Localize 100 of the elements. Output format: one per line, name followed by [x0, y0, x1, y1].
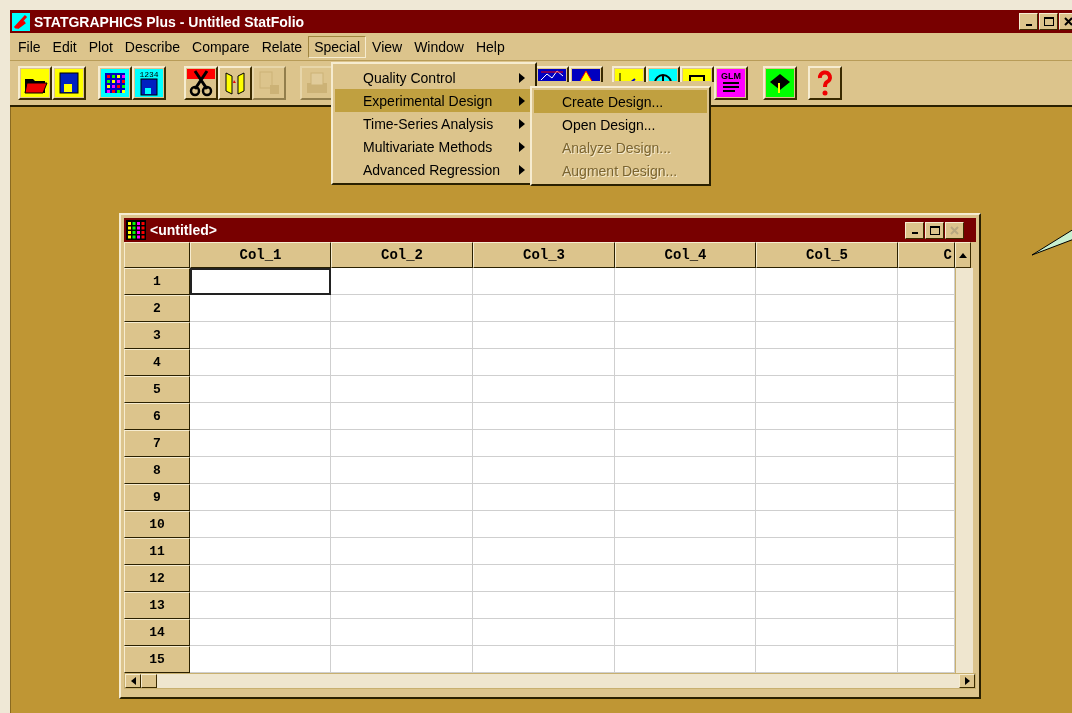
table-cell[interactable]	[898, 646, 955, 673]
menu-item[interactable]: Multivariate Methods	[335, 135, 533, 158]
table-cell[interactable]	[331, 322, 473, 349]
table-cell[interactable]	[331, 565, 473, 592]
row-header[interactable]: 3	[124, 322, 190, 349]
menu-item[interactable]: Edit	[46, 35, 83, 58]
table-cell[interactable]	[898, 268, 955, 295]
row-header[interactable]: 4	[124, 349, 190, 376]
table-cell[interactable]	[473, 538, 615, 565]
table-cell[interactable]	[473, 619, 615, 646]
maximize-button[interactable]	[1039, 13, 1058, 30]
column-header[interactable]: Col_4	[615, 242, 756, 268]
menu-item[interactable]: Describe	[118, 35, 187, 58]
table-cell[interactable]	[756, 592, 898, 619]
column-header[interactable]: Col_3	[473, 242, 615, 268]
table-cell[interactable]	[615, 295, 756, 322]
table-cell[interactable]	[190, 646, 331, 673]
table-cell[interactable]	[190, 403, 331, 430]
table-cell[interactable]	[190, 484, 331, 511]
table-cell[interactable]	[190, 430, 331, 457]
toolbar-button[interactable]	[763, 66, 797, 100]
table-cell[interactable]	[898, 484, 955, 511]
table-cell[interactable]	[331, 646, 473, 673]
toolbar-button[interactable]	[98, 66, 132, 100]
table-cell[interactable]	[898, 403, 955, 430]
row-header[interactable]: 6	[124, 403, 190, 430]
toolbar-button[interactable]	[184, 66, 218, 100]
table-cell[interactable]	[190, 457, 331, 484]
table-cell[interactable]	[331, 619, 473, 646]
table-cell[interactable]	[756, 565, 898, 592]
table-cell[interactable]	[190, 322, 331, 349]
table-cell[interactable]	[615, 484, 756, 511]
scroll-left-button[interactable]	[125, 674, 141, 688]
table-cell[interactable]	[756, 430, 898, 457]
table-cell[interactable]	[190, 376, 331, 403]
menu-item[interactable]: File	[12, 35, 47, 58]
row-header[interactable]: 7	[124, 430, 190, 457]
table-cell[interactable]	[898, 511, 955, 538]
table-cell[interactable]	[190, 592, 331, 619]
toolbar-button[interactable]	[646, 66, 680, 82]
table-cell[interactable]	[190, 538, 331, 565]
table-cell[interactable]	[473, 592, 615, 619]
table-cell[interactable]	[615, 538, 756, 565]
menu-item[interactable]: Open Design...	[534, 113, 707, 136]
table-cell[interactable]	[898, 322, 955, 349]
table-cell[interactable]	[473, 484, 615, 511]
toolbar-button[interactable]: 1234	[132, 66, 166, 100]
row-header[interactable]: 15	[124, 646, 190, 673]
menu-item[interactable]: Quality Control	[335, 66, 533, 89]
table-cell[interactable]	[331, 592, 473, 619]
table-cell[interactable]	[615, 349, 756, 376]
table-cell[interactable]	[756, 511, 898, 538]
row-header[interactable]: 9	[124, 484, 190, 511]
table-cell[interactable]	[615, 268, 756, 295]
scroll-thumb[interactable]	[141, 674, 157, 688]
toolbar-button[interactable]	[18, 66, 52, 100]
menu-item[interactable]: Time-Series Analysis	[335, 112, 533, 135]
row-header[interactable]: 8	[124, 457, 190, 484]
menu-item[interactable]: Relate	[255, 35, 309, 58]
maximize-button[interactable]	[925, 221, 944, 239]
table-cell[interactable]	[756, 619, 898, 646]
vertical-scrollbar[interactable]	[955, 646, 973, 673]
table-cell[interactable]	[756, 484, 898, 511]
table-cell[interactable]	[331, 403, 473, 430]
toolbar-button[interactable]: GLM	[714, 66, 748, 100]
table-cell[interactable]	[473, 349, 615, 376]
table-cell[interactable]	[331, 538, 473, 565]
row-header[interactable]: 10	[124, 511, 190, 538]
menu-item[interactable]: Experimental Design	[335, 89, 533, 112]
table-cell[interactable]	[190, 295, 331, 322]
toolbar-button[interactable]	[535, 66, 569, 82]
table-cell[interactable]	[756, 403, 898, 430]
table-cell[interactable]	[190, 565, 331, 592]
row-header[interactable]: 2	[124, 295, 190, 322]
toolbar-button[interactable]	[808, 66, 842, 100]
table-cell[interactable]	[473, 403, 615, 430]
column-header[interactable]: Col_5	[756, 242, 898, 268]
row-header[interactable]: 14	[124, 619, 190, 646]
table-cell[interactable]	[898, 619, 955, 646]
table-cell[interactable]	[473, 565, 615, 592]
table-cell[interactable]	[331, 457, 473, 484]
table-cell[interactable]	[756, 457, 898, 484]
table-cell[interactable]	[473, 295, 615, 322]
table-cell[interactable]	[190, 268, 331, 295]
table-cell[interactable]	[615, 565, 756, 592]
table-cell[interactable]	[473, 646, 615, 673]
table-cell[interactable]	[615, 430, 756, 457]
table-cell[interactable]	[898, 538, 955, 565]
table-cell[interactable]	[190, 349, 331, 376]
table-cell[interactable]	[615, 619, 756, 646]
toolbar-button[interactable]	[612, 66, 646, 82]
menu-item[interactable]: Help	[469, 35, 511, 58]
table-cell[interactable]	[473, 457, 615, 484]
table-cell[interactable]	[331, 376, 473, 403]
row-header[interactable]: 1	[124, 268, 190, 295]
menu-item[interactable]: Special	[308, 35, 367, 58]
table-cell[interactable]	[331, 484, 473, 511]
table-cell[interactable]	[898, 430, 955, 457]
table-cell[interactable]	[756, 538, 898, 565]
column-header[interactable]: Col_1	[190, 242, 331, 268]
